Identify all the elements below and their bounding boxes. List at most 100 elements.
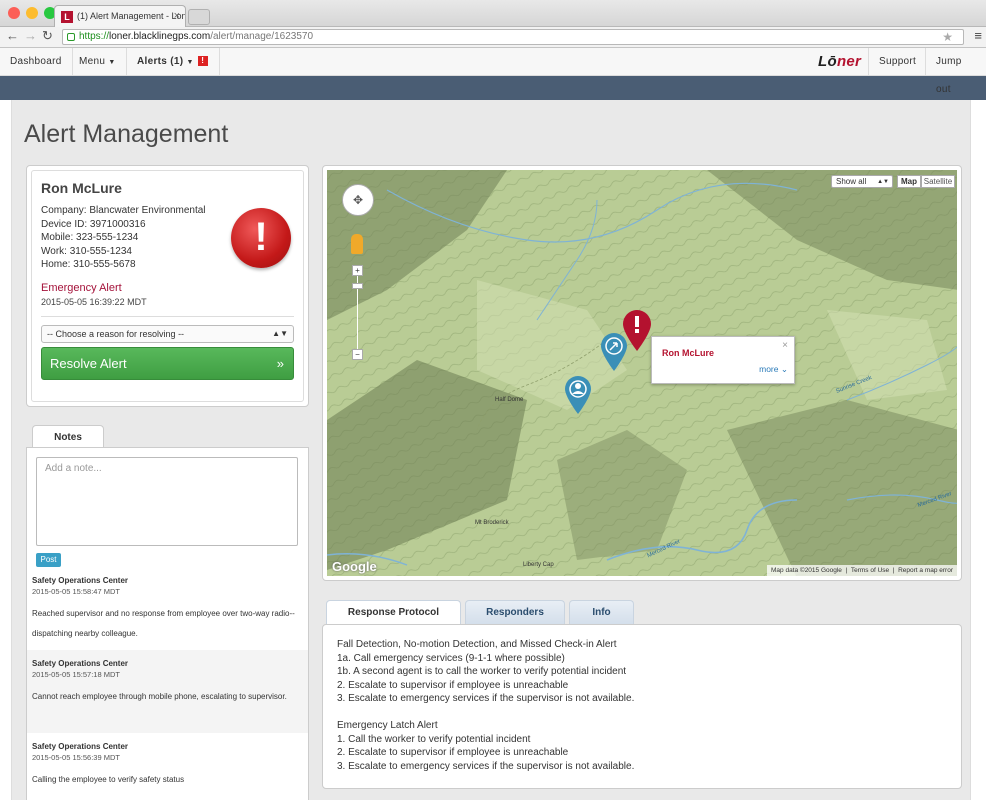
note-input-placeholder: Add a note... (45, 463, 102, 474)
browser-tab[interactable]: L (1) Alert Management - Lon × (54, 5, 186, 27)
browser-tabstrip: L (1) Alert Management - Lon × (0, 0, 986, 27)
popup-more-link[interactable]: more ⌄ (759, 364, 788, 375)
note-time: 2015-05-05 15:56:39 MDT (32, 753, 120, 762)
terms-of-use-link[interactable]: Terms of Use (851, 567, 889, 574)
satellite-type-button[interactable]: Satellite (921, 175, 955, 188)
person-card-inner: Ron McLure Company: Blancwater Environme… (31, 170, 304, 402)
report-map-error-link[interactable]: Report a map error (898, 567, 953, 574)
street-view-pegman-icon[interactable] (351, 234, 363, 254)
popup-more-label: more (759, 364, 779, 374)
address-bar[interactable]: https://loner.blacklinegps.com/alert/man… (62, 29, 964, 45)
popup-close-icon[interactable]: × (782, 340, 788, 351)
nav-alerts-label: Alerts (1) (137, 56, 184, 67)
bookmark-star-icon[interactable]: ★ (942, 30, 953, 44)
popup-person-name: Ron McLure (662, 348, 715, 358)
url-scheme: https:// (79, 31, 110, 42)
app-navbar: Dashboard Menu ▼ Alerts (1) ▼! Lōner Sup… (0, 48, 986, 95)
response-protocol-panel: Fall Detection, No-motion Detection, and… (322, 624, 962, 789)
resolve-reason-value: -- Choose a reason for resolving -- (47, 328, 185, 339)
notes-panel: Add a note... Post Safety Operations Cen… (26, 447, 309, 800)
person-name: Ron McLure (41, 180, 122, 196)
tab-notes-label: Notes (54, 432, 82, 443)
resolve-alert-button[interactable]: Resolve Alert » (41, 346, 294, 380)
person-marker-icon[interactable] (563, 375, 593, 415)
protocol-section-title: Fall Detection, No-motion Detection, and… (337, 639, 617, 650)
nav-dashboard[interactable]: Dashboard (0, 48, 73, 76)
header-banner (0, 76, 986, 100)
protocol-step: 3. Escalate to emergency services if the… (337, 760, 635, 772)
note-author: Safety Operations Center (32, 576, 129, 585)
nav-menu-label: Menu (79, 56, 106, 67)
page-title: Alert Management (24, 120, 229, 148)
protocol-step: 2. Escalate to supervisor if employee is… (337, 747, 569, 758)
alert-marker-icon[interactable] (622, 310, 652, 352)
note-text: Calling the employee to verify safety st… (32, 775, 185, 784)
caret-down-icon: ▼ (108, 59, 116, 66)
window-controls (8, 7, 56, 19)
note-time: 2015-05-05 15:58:47 MDT (32, 587, 120, 596)
nav-dashboard-label: Dashboard (10, 56, 62, 67)
tab-title: (1) Alert Management - Lon (77, 11, 186, 21)
note-input[interactable]: Add a note... (36, 457, 298, 546)
protocol-step: 2. Escalate to supervisor if employee is… (337, 679, 569, 691)
protocol-step: 1. Call the worker to verify potential i… (337, 733, 531, 745)
forward-icon[interactable]: → (24, 28, 37, 43)
resolve-alert-label: Resolve Alert (50, 355, 127, 371)
browser-menu-icon[interactable]: ≡ (974, 28, 982, 43)
url-path: /alert/manage/1623570 (210, 31, 314, 42)
tab-info[interactable]: Info (569, 600, 634, 624)
tab-close-icon[interactable]: × (174, 6, 180, 27)
map-card: Half Dome Mt Broderick Liberty Cap Merce… (322, 165, 962, 581)
browser-toolbar: ← → ↻ https://loner.blacklinegps.com/ale… (0, 27, 986, 48)
note-item: Safety Operations Center 2015-05-05 15:5… (27, 576, 308, 650)
select-arrows-icon: ▲▼ (877, 179, 889, 185)
resolve-reason-select[interactable]: -- Choose a reason for resolving -- ▲▼ (41, 324, 294, 343)
post-note-button[interactable]: Post (36, 553, 61, 567)
protocol-step: 1a. Call emergency services (9-1-1 where… (337, 652, 565, 664)
zoom-out-button[interactable]: − (352, 349, 363, 360)
note-item: Safety Operations Center 2015-05-05 15:5… (27, 733, 308, 795)
note-time: 2015-05-05 15:57:18 MDT (32, 670, 120, 679)
favicon-icon: L (61, 11, 73, 23)
tab-responders[interactable]: Responders (465, 600, 565, 624)
chevron-down-icon: ⌄ (780, 364, 788, 374)
loner-logo[interactable]: Lōner (818, 48, 861, 76)
nav-support[interactable]: Support (868, 48, 926, 76)
reload-icon[interactable]: ↻ (42, 28, 53, 44)
back-icon[interactable]: ← (6, 28, 19, 43)
note-text: Reached supervisor and no response from … (32, 609, 295, 638)
new-tab-button[interactable] (188, 9, 210, 25)
divider (41, 315, 294, 317)
map-data-credit: Map data ©2015 Google (771, 567, 842, 574)
alert-badge: ! (197, 56, 208, 67)
map-view[interactable]: Half Dome Mt Broderick Liberty Cap Merce… (327, 170, 957, 576)
show-filter-value: Show all (836, 177, 867, 186)
url-domain: loner.blacklinegps.com (109, 31, 211, 42)
protocol-step: 1b. A second agent is to call the worker… (337, 666, 627, 677)
pan-control[interactable]: ✥ (342, 184, 374, 216)
alert-type: Emergency Alert (41, 281, 122, 294)
note-author: Safety Operations Center (32, 659, 129, 668)
marker-info-popup: Ron McLure × more ⌄ (651, 336, 795, 384)
close-window-button[interactable] (8, 7, 20, 19)
protocol-section-title: Emergency Latch Alert (337, 720, 438, 731)
map-label-liberty-cap: Liberty Cap (523, 562, 554, 568)
tab-notes[interactable]: Notes (32, 425, 104, 448)
nav-menu[interactable]: Menu ▼ (69, 48, 127, 76)
note-author: Safety Operations Center (32, 742, 129, 751)
double-chevron-right-icon: » (276, 355, 284, 371)
map-label-half-dome: Half Dome (495, 397, 524, 403)
nav-jump-out[interactable]: Jump out (925, 48, 986, 95)
caret-down-icon: ▼ (186, 59, 194, 66)
map-type-button[interactable]: Map (897, 175, 921, 188)
minimize-window-button[interactable] (26, 7, 38, 19)
zoom-in-button[interactable]: + (352, 265, 363, 276)
zoom-slider-handle[interactable] (352, 283, 363, 289)
protocol-step: 3. Escalate to emergency services if the… (337, 693, 635, 704)
show-filter-select[interactable]: Show all ▲▼ (831, 175, 893, 188)
google-logo: Google (332, 559, 377, 574)
note-text: Cannot reach employee through mobile pho… (32, 692, 287, 701)
nav-alerts[interactable]: Alerts (1) ▼! (127, 48, 220, 76)
map-attribution: Map data ©2015 Google | Terms of Use | R… (767, 565, 957, 576)
tab-response-protocol[interactable]: Response Protocol (326, 600, 461, 625)
